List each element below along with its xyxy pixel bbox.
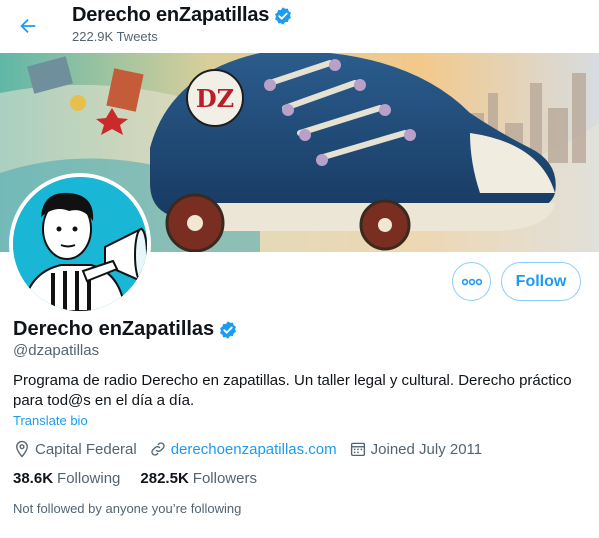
profile-bio: Programa de radio Derecho en zapatillas.… [13, 372, 572, 409]
profile-handle: @dzapatillas [13, 342, 100, 359]
followers-label: Followers [192, 470, 257, 487]
back-button[interactable] [10, 8, 46, 44]
more-options-button[interactable] [452, 262, 491, 301]
followers-count: 282.5K [140, 470, 189, 487]
tweet-count: 222.9K Tweets [72, 29, 158, 44]
location-pin-icon [16, 440, 28, 458]
profile-meta: Capital Federal derechoenzapatillas.com … [13, 440, 494, 458]
profile-name: Derecho enZapatillas [13, 318, 215, 340]
top-bar: Derecho enZapatillas 222.9K Tweets [0, 0, 599, 53]
website-item[interactable]: derechoenzapatillas.com [149, 440, 337, 458]
translate-bio-link[interactable]: Translate bio [13, 413, 88, 428]
joined-text: Joined July 2011 [370, 440, 483, 458]
header-title-row: Derecho enZapatillas [72, 4, 293, 27]
follow-button[interactable]: Follow [501, 262, 581, 301]
following-stat[interactable]: 38.6K Following [13, 470, 120, 487]
profile-name-row: Derecho enZapatillas [13, 318, 238, 341]
arrow-left-icon [20, 18, 36, 34]
joined-item: Joined July 2011 [349, 440, 482, 458]
website-link[interactable]: derechoenzapatillas.com [171, 441, 337, 458]
verified-badge-icon [273, 6, 293, 26]
verified-badge-icon [218, 320, 238, 340]
follow-stats: 38.6K Following 282.5K Followers [13, 470, 277, 487]
avatar-image [13, 177, 147, 311]
following-label: Following [57, 470, 121, 487]
location-item: Capital Federal [13, 440, 137, 458]
header-title: Derecho enZapatillas [72, 4, 270, 26]
calendar-icon [350, 442, 365, 457]
banner-dz-logo: DZ [196, 84, 234, 113]
link-icon [151, 442, 165, 456]
followed-by-note: Not followed by anyone you’re following [13, 501, 242, 516]
followers-stat[interactable]: 282.5K Followers [140, 470, 257, 487]
following-count: 38.6K [13, 470, 54, 487]
profile-avatar[interactable] [9, 173, 151, 315]
location-text: Capital Federal [35, 440, 137, 458]
more-dots-icon [461, 278, 482, 285]
